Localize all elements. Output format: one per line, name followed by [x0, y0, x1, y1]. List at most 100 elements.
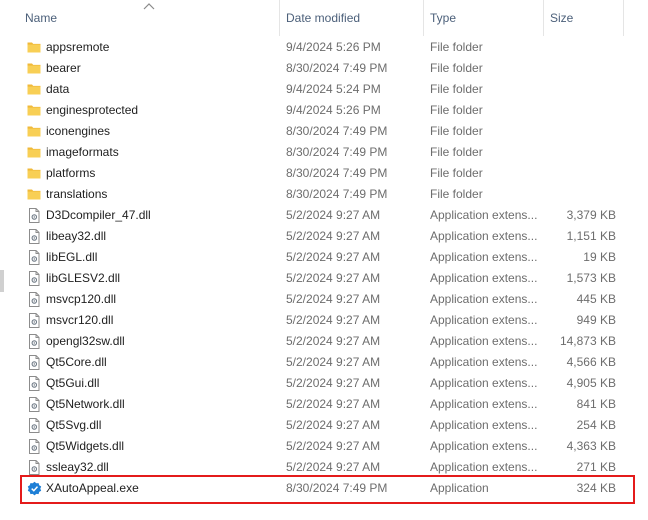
dll-file-icon: [27, 352, 41, 373]
file-size: [546, 142, 616, 163]
file-name: Qt5Widgets.dll: [46, 439, 125, 453]
file-type: File folder: [430, 82, 483, 96]
file-date-modified: 5/2/2024 9:27 AM: [286, 397, 381, 411]
file-row-libeay32-dll[interactable]: libeay32.dll 5/2/2024 9:27 AM Application …: [0, 226, 648, 247]
file-row-libglesv2-dll[interactable]: libGLESV2.dll 5/2/2024 9:27 AM Application…: [0, 268, 648, 289]
file-name: Qt5Svg.dll: [46, 418, 102, 432]
file-size: [546, 58, 616, 79]
file-date-modified: 5/2/2024 9:27 AM: [286, 229, 381, 243]
file-name: opengl32sw.dll: [46, 334, 125, 348]
file-type: Application extens...: [430, 229, 538, 243]
file-size: 1,151 KB: [566, 229, 616, 243]
file-row-opengl32sw-dll[interactable]: opengl32sw.dll 5/2/2024 9:27 AM Applicatio…: [0, 331, 648, 352]
file-name: translations: [46, 187, 108, 201]
file-list: appsremote 9/4/2024 5:26 PM File folder bea…: [0, 37, 648, 499]
file-type: Application extens...: [430, 334, 538, 348]
column-header-date[interactable]: Date modified: [286, 0, 421, 36]
file-row-d3dcompiler-47-dll[interactable]: D3Dcompiler_47.dll 5/2/2024 9:27 AM Applic…: [0, 205, 648, 226]
file-type: File folder: [430, 103, 483, 117]
dll-file-icon: [27, 394, 41, 415]
column-divider[interactable]: [423, 0, 424, 36]
file-type: File folder: [430, 40, 483, 54]
dll-file-icon: [27, 247, 41, 268]
column-header-name[interactable]: Name: [25, 0, 275, 36]
file-row-enginesprotected[interactable]: enginesprotected 9/4/2024 5:26 PM File fol…: [0, 100, 648, 121]
file-name: Qt5Core.dll: [46, 355, 107, 369]
file-date-modified: 5/2/2024 9:27 AM: [286, 355, 381, 369]
file-type: File folder: [430, 187, 483, 201]
file-name: Qt5Gui.dll: [46, 376, 100, 390]
dll-file-icon: [27, 289, 41, 310]
file-row-qt5core-dll[interactable]: Qt5Core.dll 5/2/2024 9:27 AM Application e…: [0, 352, 648, 373]
file-row-translations[interactable]: translations 8/30/2024 7:49 PM File folder: [0, 184, 648, 205]
file-row-msvcp120-dll[interactable]: msvcp120.dll 5/2/2024 9:27 AM Application …: [0, 289, 648, 310]
file-type: Application extens...: [430, 376, 538, 390]
file-size: [546, 184, 616, 205]
file-row-bearer[interactable]: bearer 8/30/2024 7:49 PM File folder: [0, 58, 648, 79]
file-row-msvcr120-dll[interactable]: msvcr120.dll 5/2/2024 9:27 AM Application …: [0, 310, 648, 331]
file-row-appsremote[interactable]: appsremote 9/4/2024 5:26 PM File folder: [0, 37, 648, 58]
folder-icon: [27, 163, 41, 184]
file-date-modified: 8/30/2024 7:49 PM: [286, 124, 388, 138]
file-name: D3Dcompiler_47.dll: [46, 208, 151, 222]
column-header-type[interactable]: Type: [430, 0, 538, 36]
file-row-imageformats[interactable]: imageformats 8/30/2024 7:49 PM File folder: [0, 142, 648, 163]
column-header-name-label: Name: [25, 11, 58, 25]
folder-icon: [27, 100, 41, 121]
file-row-iconengines[interactable]: iconengines 8/30/2024 7:49 PM File folder: [0, 121, 648, 142]
dll-file-icon: [27, 310, 41, 331]
file-name: Qt5Network.dll: [46, 397, 125, 411]
file-size: [546, 121, 616, 142]
column-header-bar: Name Date modified Type Size: [0, 0, 648, 36]
file-type: Application extens...: [430, 418, 538, 432]
file-size: 19 KB: [583, 250, 616, 264]
file-type: Application extens...: [430, 271, 538, 285]
file-type: Application extens...: [430, 355, 538, 369]
file-size: 4,905 KB: [566, 376, 616, 390]
file-date-modified: 8/30/2024 7:49 PM: [286, 145, 388, 159]
file-name: appsremote: [46, 40, 110, 54]
file-name: bearer: [46, 61, 81, 75]
file-type: Application extens...: [430, 208, 538, 222]
file-date-modified: 5/2/2024 9:27 AM: [286, 313, 381, 327]
column-header-type-label: Type: [430, 11, 457, 25]
file-date-modified: 9/4/2024 5:26 PM: [286, 40, 381, 54]
file-size: 14,873 KB: [559, 334, 616, 348]
file-size: [546, 163, 616, 184]
file-row-qt5network-dll[interactable]: Qt5Network.dll 5/2/2024 9:27 AM Applicatio…: [0, 394, 648, 415]
file-row-data[interactable]: data 9/4/2024 5:24 PM File folder: [0, 79, 648, 100]
file-name: msvcp120.dll: [46, 292, 117, 306]
file-name: imageformats: [46, 145, 119, 159]
file-size: 1,573 KB: [566, 271, 616, 285]
folder-icon: [27, 121, 41, 142]
file-date-modified: 9/4/2024 5:24 PM: [286, 82, 381, 96]
file-type: Application extens...: [430, 250, 538, 264]
file-size: [546, 79, 616, 100]
file-type: Application extens...: [430, 397, 538, 411]
column-header-date-label: Date modified: [286, 11, 361, 25]
file-row-qt5gui-dll[interactable]: Qt5Gui.dll 5/2/2024 9:27 AM Application ex…: [0, 373, 648, 394]
file-type: Application extens...: [430, 439, 538, 453]
file-date-modified: 5/2/2024 9:27 AM: [286, 271, 381, 285]
file-row-platforms[interactable]: platforms 8/30/2024 7:49 PM File folder: [0, 163, 648, 184]
folder-icon: [27, 37, 41, 58]
file-date-modified: 8/30/2024 7:49 PM: [286, 166, 388, 180]
file-name: libGLESV2.dll: [46, 271, 121, 285]
file-size: [546, 37, 616, 58]
file-size: 254 KB: [576, 418, 616, 432]
dll-file-icon: [27, 331, 41, 352]
file-row-qt5widgets-dll[interactable]: Qt5Widgets.dll 5/2/2024 9:27 AM Applicatio…: [0, 436, 648, 457]
dll-file-icon: [27, 415, 41, 436]
file-row-libegl-dll[interactable]: libEGL.dll 5/2/2024 9:27 AM Application ex…: [0, 247, 648, 268]
column-divider[interactable]: [543, 0, 544, 36]
file-size: 4,566 KB: [566, 355, 616, 369]
file-date-modified: 5/2/2024 9:27 AM: [286, 418, 381, 432]
column-header-size[interactable]: Size: [550, 0, 620, 36]
file-type: Application extens...: [430, 292, 538, 306]
file-row-qt5svg-dll[interactable]: Qt5Svg.dll 5/2/2024 9:27 AM Application ex…: [0, 415, 648, 436]
file-name: libEGL.dll: [46, 250, 98, 264]
folder-icon: [27, 184, 41, 205]
column-divider[interactable]: [623, 0, 624, 36]
file-name: enginesprotected: [46, 103, 139, 117]
column-divider[interactable]: [279, 0, 280, 36]
